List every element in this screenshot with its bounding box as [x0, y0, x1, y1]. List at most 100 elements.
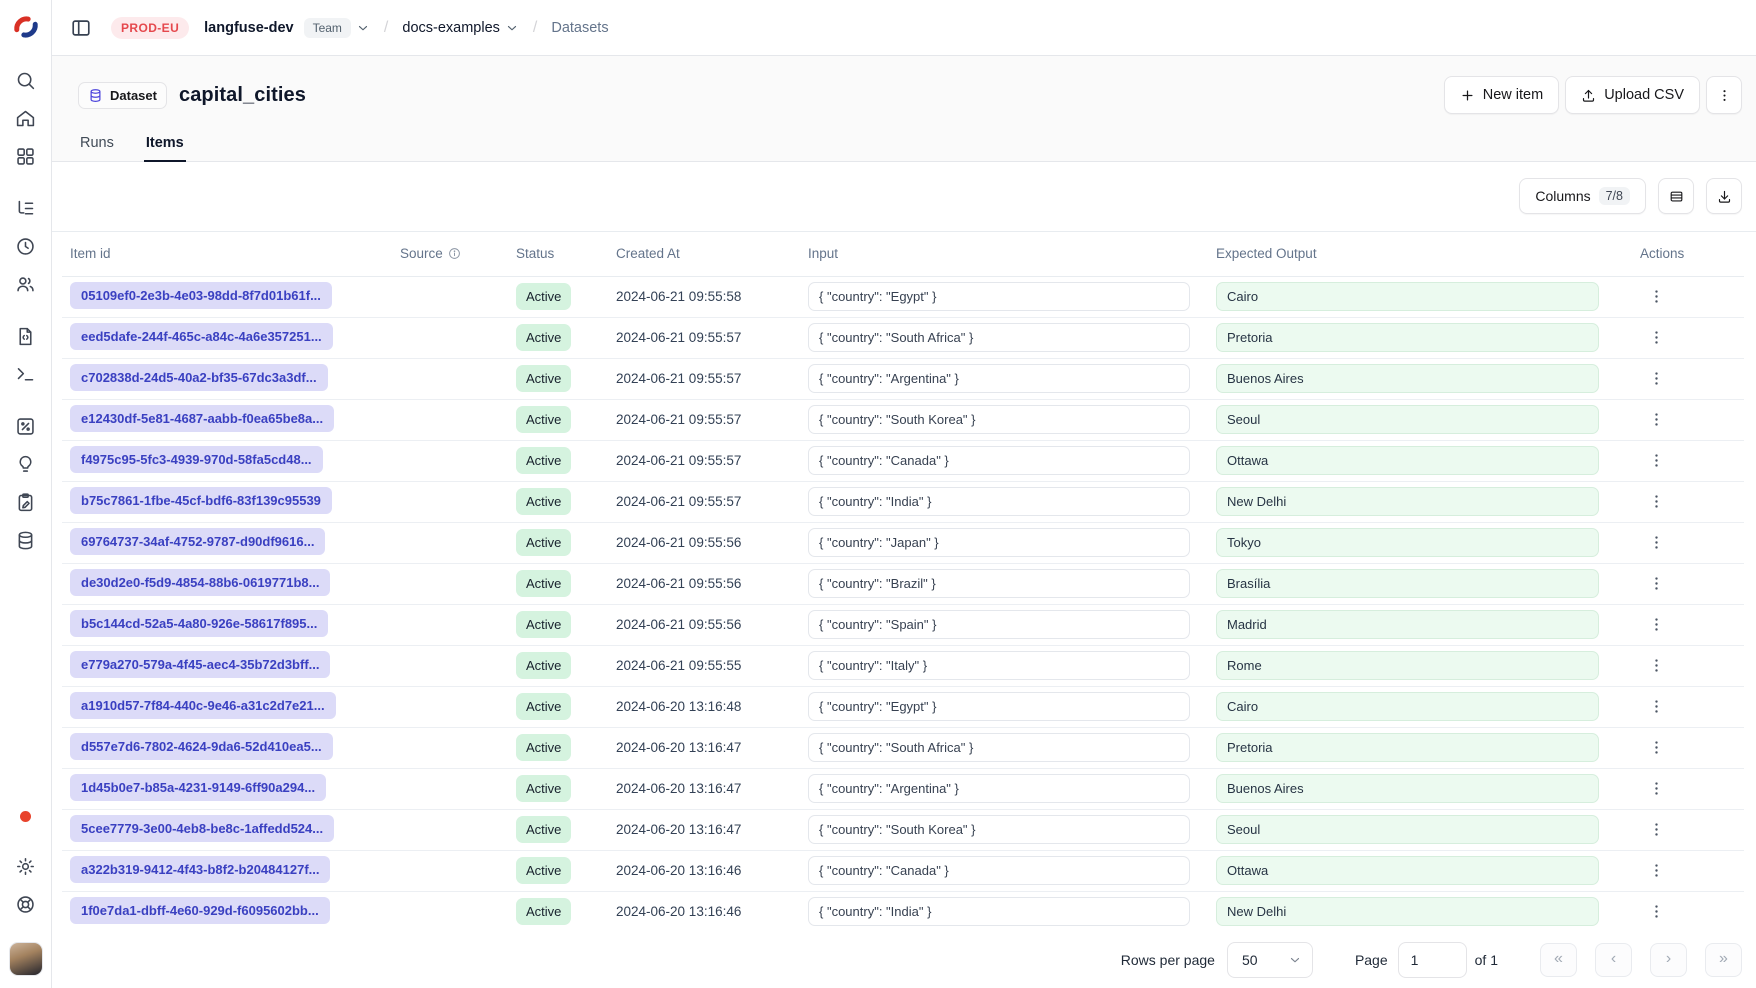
- expected-output-cell[interactable]: Brasília: [1216, 569, 1599, 598]
- page-actions-menu-button[interactable]: [1706, 76, 1742, 114]
- input-cell[interactable]: { "country": "Canada" }: [808, 446, 1190, 475]
- row-actions-button[interactable]: [1642, 488, 1670, 516]
- database-icon[interactable]: [14, 528, 38, 552]
- expected-output-cell[interactable]: Buenos Aires: [1216, 364, 1599, 393]
- input-cell[interactable]: { "country": "Japan" }: [808, 528, 1190, 557]
- next-page-button[interactable]: ›: [1650, 943, 1687, 977]
- input-cell[interactable]: { "country": "Argentina" }: [808, 364, 1190, 393]
- prev-page-button[interactable]: ‹: [1595, 943, 1632, 977]
- row-actions-button[interactable]: [1642, 693, 1670, 721]
- row-actions-button[interactable]: [1642, 652, 1670, 680]
- input-cell[interactable]: { "country": "South Korea" }: [808, 405, 1190, 434]
- row-actions-button[interactable]: [1642, 570, 1670, 598]
- row-actions-button[interactable]: [1642, 529, 1670, 557]
- row-height-button[interactable]: [1658, 178, 1694, 214]
- percent-square-icon[interactable]: [14, 414, 38, 438]
- item-id-link[interactable]: a1910d57-7f84-440c-9e46-a31c2d7e21...: [70, 692, 336, 719]
- lightbulb-icon[interactable]: [14, 452, 38, 476]
- input-cell[interactable]: { "country": "India" }: [808, 487, 1190, 516]
- item-id-link[interactable]: 1f0e7da1-dbff-4e60-929d-f6095602bb...: [70, 897, 330, 924]
- org-chevron-down-icon[interactable]: [356, 21, 370, 35]
- row-actions-button[interactable]: [1642, 611, 1670, 639]
- row-actions-button[interactable]: [1642, 734, 1670, 762]
- datasets-crumb[interactable]: Datasets: [551, 20, 608, 36]
- row-actions-button[interactable]: [1642, 365, 1670, 393]
- input-cell[interactable]: { "country": "Spain" }: [808, 610, 1190, 639]
- users-icon[interactable]: [14, 272, 38, 296]
- item-id-link[interactable]: 05109ef0-2e3b-4e03-98dd-8f7d01b61f...: [70, 282, 332, 309]
- item-id-link[interactable]: e12430df-5e81-4687-aabb-f0ea65be8a...: [70, 405, 334, 432]
- user-avatar[interactable]: [9, 942, 43, 976]
- export-button[interactable]: [1706, 178, 1742, 214]
- expected-output-cell[interactable]: Seoul: [1216, 405, 1599, 434]
- item-id-link[interactable]: 5cee7779-3e00-4eb8-be8c-1affedd524...: [70, 815, 334, 842]
- expected-output-cell[interactable]: Buenos Aires: [1216, 774, 1599, 803]
- search-icon[interactable]: [14, 68, 38, 92]
- item-id-link[interactable]: b5c144cd-52a5-4a80-926e-58617f895...: [70, 610, 328, 637]
- input-cell[interactable]: { "country": "South Africa" }: [808, 323, 1190, 352]
- input-cell[interactable]: { "country": "Argentina" }: [808, 774, 1190, 803]
- row-actions-button[interactable]: [1642, 857, 1670, 885]
- project-name[interactable]: docs-examples: [402, 20, 500, 36]
- sidebar-toggle-icon[interactable]: [68, 15, 94, 41]
- home-icon[interactable]: [14, 106, 38, 130]
- input-cell[interactable]: { "country": "South Africa" }: [808, 733, 1190, 762]
- first-page-button[interactable]: «: [1540, 943, 1577, 977]
- expected-output-cell[interactable]: Pretoria: [1216, 733, 1599, 762]
- row-actions-button[interactable]: [1642, 406, 1670, 434]
- item-id-link[interactable]: de30d2e0-f5d9-4854-88b6-0619771b8...: [70, 569, 330, 596]
- project-chevron-down-icon[interactable]: [505, 21, 519, 35]
- row-actions-button[interactable]: [1642, 898, 1670, 926]
- input-cell[interactable]: { "country": "Italy" }: [808, 651, 1190, 680]
- row-actions-button[interactable]: [1642, 283, 1670, 311]
- grid-icon[interactable]: [14, 144, 38, 168]
- item-id-link[interactable]: f4975c95-5fc3-4939-970d-58fa5cd48...: [70, 446, 323, 473]
- input-cell[interactable]: { "country": "South Korea" }: [808, 815, 1190, 844]
- tab-runs[interactable]: Runs: [78, 127, 116, 162]
- last-page-button[interactable]: »: [1705, 943, 1742, 977]
- tab-items[interactable]: Items: [144, 127, 186, 162]
- input-cell[interactable]: { "country": "Egypt" }: [808, 692, 1190, 721]
- input-cell[interactable]: { "country": "India" }: [808, 897, 1190, 926]
- row-actions-button[interactable]: [1642, 324, 1670, 352]
- page-head: Dataset capital_cities New item Upload C…: [52, 56, 1756, 162]
- input-cell[interactable]: { "country": "Brazil" }: [808, 569, 1190, 598]
- org-name[interactable]: langfuse-dev: [204, 20, 293, 36]
- list-tree-icon[interactable]: [14, 196, 38, 220]
- item-id-link[interactable]: c702838d-24d5-40a2-bf35-67dc3a3df...: [70, 364, 328, 391]
- expected-output-cell[interactable]: Madrid: [1216, 610, 1599, 639]
- expected-output-cell[interactable]: Rome: [1216, 651, 1599, 680]
- new-item-button[interactable]: New item: [1444, 76, 1559, 114]
- terminal-icon[interactable]: [14, 362, 38, 386]
- expected-output-cell[interactable]: Cairo: [1216, 692, 1599, 721]
- file-code-icon[interactable]: [14, 324, 38, 348]
- expected-output-cell[interactable]: New Delhi: [1216, 487, 1599, 516]
- clipboard-pen-icon[interactable]: [14, 490, 38, 514]
- columns-button[interactable]: Columns 7/8: [1519, 178, 1646, 214]
- item-id-link[interactable]: 1d45b0e7-b85a-4231-9149-6ff90a294...: [70, 774, 326, 801]
- row-actions-button[interactable]: [1642, 816, 1670, 844]
- clock-icon[interactable]: [14, 234, 38, 258]
- expected-output-cell[interactable]: Ottawa: [1216, 446, 1599, 475]
- expected-output-cell[interactable]: Pretoria: [1216, 323, 1599, 352]
- item-id-link[interactable]: b75c7861-1fbe-45cf-bdf6-83f139c95539: [70, 487, 332, 514]
- input-cell[interactable]: { "country": "Canada" }: [808, 856, 1190, 885]
- expected-output-cell[interactable]: Cairo: [1216, 282, 1599, 311]
- gear-icon[interactable]: [14, 854, 38, 878]
- item-id-link[interactable]: eed5dafe-244f-465c-a84c-4a6e357251...: [70, 323, 333, 350]
- page-number-input[interactable]: [1398, 942, 1467, 978]
- expected-output-cell[interactable]: Tokyo: [1216, 528, 1599, 557]
- upload-csv-button[interactable]: Upload CSV: [1565, 76, 1700, 114]
- item-id-link[interactable]: a322b319-9412-4f43-b8f2-b20484127f...: [70, 856, 330, 883]
- row-actions-button[interactable]: [1642, 775, 1670, 803]
- item-id-link[interactable]: d557e7d6-7802-4624-9da6-52d410ea5...: [70, 733, 333, 760]
- expected-output-cell[interactable]: Ottawa: [1216, 856, 1599, 885]
- item-id-link[interactable]: 69764737-34af-4752-9787-d90df9616...: [70, 528, 325, 555]
- row-actions-button[interactable]: [1642, 447, 1670, 475]
- input-cell[interactable]: { "country": "Egypt" }: [808, 282, 1190, 311]
- rows-per-page-select[interactable]: 50: [1227, 942, 1313, 978]
- lifebuoy-icon[interactable]: [14, 892, 38, 916]
- expected-output-cell[interactable]: Seoul: [1216, 815, 1599, 844]
- item-id-link[interactable]: e779a270-579a-4f45-aec4-35b72d3bff...: [70, 651, 330, 678]
- expected-output-cell[interactable]: New Delhi: [1216, 897, 1599, 926]
